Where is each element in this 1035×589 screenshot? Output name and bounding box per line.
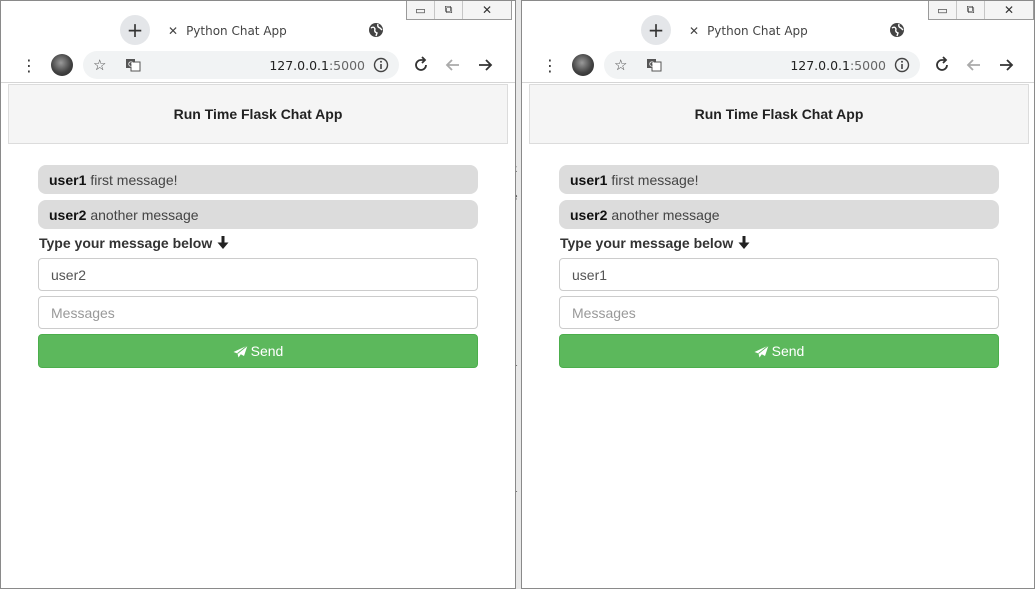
arrow-down-icon [738,236,750,249]
address-bar[interactable]: ☆ G 127.0.0.1:5000 [604,51,920,79]
chat-message: user1 first message! [38,165,478,194]
star-icon[interactable]: ☆ [614,56,627,74]
tab-close-icon[interactable]: ✕ [689,24,699,38]
browser-tab[interactable]: ✕ Python Chat App [156,14,396,47]
chat-message: user2 another message [38,200,478,229]
new-tab-button[interactable]: + [641,15,671,45]
username-input[interactable]: user2 [38,258,478,291]
message-text: first message! [611,171,699,188]
globe-icon [890,23,904,37]
message-prompt: Type your message below [560,235,999,251]
url-port: :5000 [849,58,886,73]
send-label: Send [771,343,805,359]
message-input[interactable]: Messages [38,296,478,329]
send-button[interactable]: Send [559,334,999,368]
message-user: user2 [570,206,608,223]
close-button[interactable]: ✕ [985,1,1033,19]
forward-arrow-icon[interactable] [996,55,1016,75]
message-text: first message! [90,171,178,188]
page-content: Run Time Flask Chat App user1 first messa… [522,84,1034,588]
browser-toolbar: ⋮ ☆ G 127.0.0.1:5000 [522,47,1034,83]
message-text: another message [90,206,199,223]
translate-icon[interactable]: G [646,57,662,73]
menu-icon[interactable]: ⋮ [542,55,558,75]
url-host: 127.0.0.1 [269,58,329,73]
menu-icon[interactable]: ⋮ [21,55,37,75]
window-controls: ▭ ⧉ ✕ [928,1,1034,20]
send-button[interactable]: Send [38,334,478,368]
paper-plane-icon [754,344,769,357]
tab-title: Python Chat App [707,23,808,38]
arrow-down-icon [217,236,229,249]
minimize-button[interactable]: ▭ [929,1,957,19]
url-host: 127.0.0.1 [790,58,850,73]
message-user: user1 [49,171,87,188]
chat-panel: user1 first message! user2 another message… [38,165,478,368]
prompt-label: Type your message below [560,235,734,251]
browser-toolbar: ⋮ ☆ G 127.0.0.1:5000 [1,47,515,83]
message-user: user1 [570,171,608,188]
translate-icon[interactable]: G [125,57,141,73]
address-bar[interactable]: ☆ G 127.0.0.1:5000 [83,51,399,79]
info-icon[interactable] [373,57,389,73]
message-user: user2 [49,206,87,223]
paper-plane-icon [233,344,248,357]
back-arrow-icon[interactable] [964,55,984,75]
info-icon[interactable] [894,57,910,73]
username-input[interactable]: user1 [559,258,999,291]
message-text: another message [611,206,720,223]
chat-message: user1 first message! [559,165,999,194]
avatar[interactable] [572,54,594,76]
message-input[interactable]: Messages [559,296,999,329]
svg-text:G: G [649,61,654,69]
new-tab-button[interactable]: + [120,15,150,45]
browser-window-left: + ✕ Python Chat App ▭ ⧉ ✕ ⋮ ☆ G 127.0.0.… [0,0,516,589]
back-arrow-icon[interactable] [443,55,463,75]
minimize-button[interactable]: ▭ [407,1,435,19]
page-title: Run Time Flask Chat App [529,84,1029,144]
svg-text:G: G [128,61,133,69]
tab-close-icon[interactable]: ✕ [168,24,178,38]
reload-icon[interactable] [932,55,952,75]
globe-icon [369,23,383,37]
star-icon[interactable]: ☆ [93,56,106,74]
browser-tab[interactable]: ✕ Python Chat App [677,14,917,47]
send-label: Send [250,343,284,359]
chat-message: user2 another message [559,200,999,229]
avatar[interactable] [51,54,73,76]
page-title: Run Time Flask Chat App [8,84,508,144]
url-text[interactable]: 127.0.0.1:5000 [269,58,365,73]
chat-panel: user1 first message! user2 another message… [559,165,999,368]
url-text[interactable]: 127.0.0.1:5000 [790,58,886,73]
close-button[interactable]: ✕ [463,1,511,19]
url-port: :5000 [328,58,365,73]
restore-button[interactable]: ⧉ [957,1,985,19]
reload-icon[interactable] [411,55,431,75]
tab-title: Python Chat App [186,23,287,38]
window-controls: ▭ ⧉ ✕ [406,1,512,20]
page-content: Run Time Flask Chat App user1 first messa… [1,84,515,588]
prompt-label: Type your message below [39,235,213,251]
browser-window-right: + ✕ Python Chat App ▭ ⧉ ✕ ⋮ ☆ G 127.0.0.… [521,0,1035,589]
restore-button[interactable]: ⧉ [435,1,463,19]
message-prompt: Type your message below [39,235,478,251]
forward-arrow-icon[interactable] [475,55,495,75]
